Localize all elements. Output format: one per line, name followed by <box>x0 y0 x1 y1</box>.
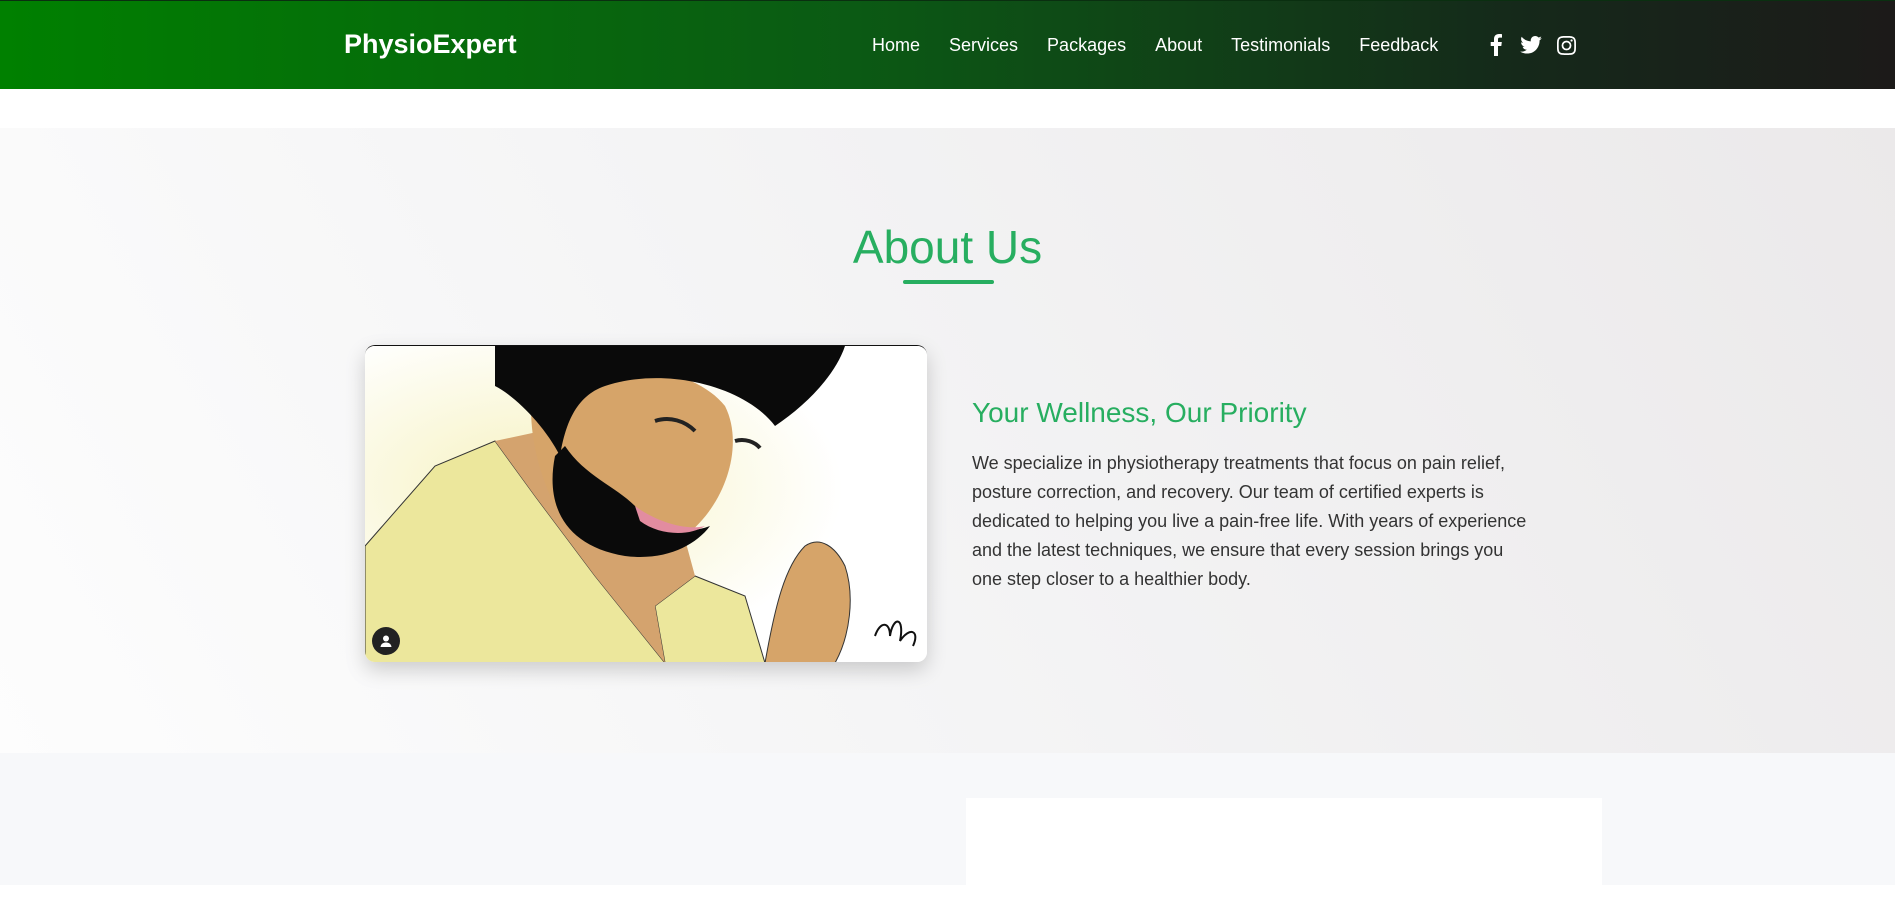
about-title: About Us <box>852 221 1043 273</box>
next-section <box>0 753 1895 898</box>
header-spacer <box>0 89 1895 128</box>
about-description: We specialize in physiotherapy treatment… <box>972 453 1527 589</box>
about-section: About Us Your Wellness, Our Priority We … <box>0 128 1895 753</box>
user-icon <box>372 627 400 655</box>
logo[interactable]: PhysioExpert <box>344 29 517 60</box>
twitter-icon[interactable] <box>1519 33 1543 57</box>
nav-services[interactable]: Services <box>949 35 1018 56</box>
about-image <box>365 345 927 662</box>
nav-feedback[interactable]: Feedback <box>1359 35 1438 56</box>
navbar: PhysioExpert Home Services Packages Abou… <box>0 0 1895 89</box>
next-section-card <box>966 798 1602 898</box>
nav-testimonials[interactable]: Testimonials <box>1231 35 1330 56</box>
instagram-icon[interactable] <box>1554 33 1578 57</box>
nav-packages[interactable]: Packages <box>1047 35 1126 56</box>
nav-about[interactable]: About <box>1155 35 1202 56</box>
facebook-icon[interactable] <box>1484 33 1508 57</box>
social-links <box>1484 33 1589 57</box>
main-nav: Home Services Packages About Testimonial… <box>872 35 1467 56</box>
nav-home[interactable]: Home <box>872 35 920 56</box>
title-underline <box>903 280 994 284</box>
about-subtitle: Your Wellness, Our Priority <box>972 397 1307 428</box>
